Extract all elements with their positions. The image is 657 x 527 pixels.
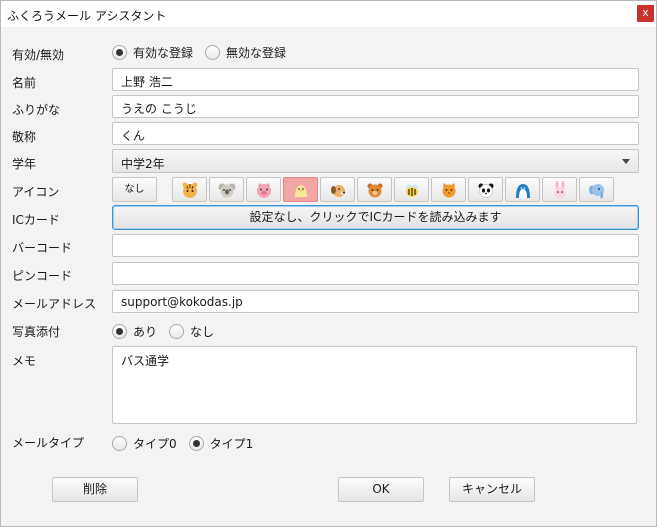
enabled-radio-on[interactable]	[112, 45, 127, 60]
panda-icon-button[interactable]	[468, 177, 503, 202]
cancel-button[interactable]: キャンセル	[449, 477, 535, 502]
ok-button[interactable]: OK	[338, 477, 424, 502]
mail-type-radio-1[interactable]	[188, 436, 204, 451]
mail-type-radio-0[interactable]	[112, 436, 127, 451]
pig-icon	[256, 182, 271, 198]
dialog-window: ふくろうメール アシスタント x 有効/無効 有効な登録 無効な登録 名前 上野…	[0, 0, 657, 527]
window-title: ふくろうメール アシスタント	[7, 9, 167, 23]
ic-card-read-button[interactable]: 設定なし、クリックでICカードを読み込みます	[112, 205, 639, 230]
penguin-icon-button[interactable]	[505, 177, 540, 202]
icon-label: アイコン	[12, 185, 60, 199]
email-label: メールアドレス	[12, 297, 97, 311]
koala-icon-button[interactable]	[209, 177, 244, 202]
photo-radio-no[interactable]	[169, 324, 185, 339]
elephant-icon	[588, 183, 604, 199]
email-field[interactable]: support@kokodas.jp	[112, 290, 639, 313]
barcode-field[interactable]	[112, 234, 639, 257]
tiger-icon-button[interactable]	[172, 177, 207, 202]
panda-icon	[478, 183, 493, 198]
dog-icon	[330, 184, 345, 197]
chick-icon	[294, 184, 307, 197]
photo-radio-yes-label[interactable]: あり	[133, 323, 157, 340]
enabled-label: 有効/無効	[12, 48, 65, 62]
koala-icon	[218, 183, 235, 197]
grade-select[interactable]: 中学2年	[112, 149, 639, 173]
enabled-radio-off[interactable]	[205, 45, 221, 60]
enabled-radio-on-label[interactable]: 有効な登録	[133, 44, 193, 61]
ic-card-label: ICカード	[12, 213, 60, 227]
photo-radio-group: あり なし	[112, 323, 226, 340]
cat-icon	[442, 182, 455, 197]
bear-icon	[367, 183, 382, 197]
dog-icon-button[interactable]	[320, 177, 355, 202]
icon-none-button[interactable]: なし	[112, 177, 157, 202]
barcode-label: バーコード	[12, 241, 73, 255]
chick-icon-button[interactable]	[283, 177, 318, 202]
name-field[interactable]: 上野 浩二	[112, 68, 639, 91]
pincode-field[interactable]	[112, 262, 639, 285]
tiger-icon	[182, 182, 197, 198]
enabled-radio-off-label[interactable]: 無効な登録	[226, 44, 286, 61]
photo-label: 写真添付	[12, 325, 61, 339]
mail-type-label: メールタイプ	[12, 436, 85, 450]
memo-textarea[interactable]: バス通学	[112, 346, 637, 424]
grade-label: 学年	[12, 157, 37, 171]
name-label: 名前	[12, 76, 37, 90]
mail-type-radio-group: タイプ0 タイプ1	[112, 435, 265, 452]
memo-label: メモ	[12, 354, 37, 368]
photo-radio-no-label[interactable]: なし	[190, 323, 214, 340]
photo-radio-yes[interactable]	[112, 324, 127, 339]
elephant-icon-button[interactable]	[579, 177, 614, 202]
honorific-field[interactable]: くん	[112, 122, 639, 145]
mail-type-radio-0-label[interactable]: タイプ0	[133, 435, 177, 452]
rabbit-icon-button[interactable]	[542, 177, 577, 202]
mail-type-radio-1-label[interactable]: タイプ1	[210, 435, 254, 452]
delete-button[interactable]: 削除	[52, 477, 138, 502]
pincode-label: ピンコード	[12, 269, 73, 283]
cat-icon-button[interactable]	[431, 177, 466, 202]
pig-icon-button[interactable]	[246, 177, 281, 202]
bee-icon-button[interactable]	[394, 177, 429, 202]
rabbit-icon	[554, 180, 565, 198]
bear-icon-button[interactable]	[357, 177, 392, 202]
honorific-label: 敬称	[12, 130, 37, 144]
title-bar: ふくろうメール アシスタント x	[1, 1, 656, 27]
furigana-label: ふりがな	[12, 103, 61, 117]
chevron-down-icon	[622, 159, 630, 164]
bee-icon	[405, 184, 418, 197]
grade-select-value: 中学2年	[121, 157, 165, 171]
furigana-field[interactable]: うえの こうじ	[112, 95, 639, 118]
penguin-icon	[515, 183, 530, 198]
close-button[interactable]: x	[637, 5, 654, 22]
enabled-radio-group: 有効な登録 無効な登録	[112, 44, 298, 61]
